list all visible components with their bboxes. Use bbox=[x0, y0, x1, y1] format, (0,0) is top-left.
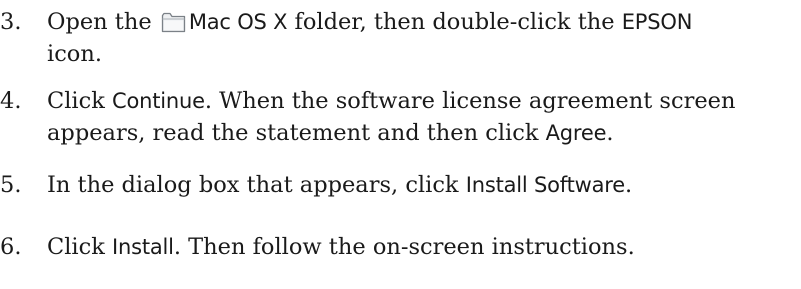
step-line: In the dialog box that appears, click In… bbox=[47, 169, 801, 201]
folder-name: Mac OS X bbox=[188, 10, 288, 34]
step-text: Open the Mac OS X folder, then double-cl… bbox=[47, 6, 801, 70]
text-run: . bbox=[606, 120, 614, 146]
text-run: In the dialog box that appears, click bbox=[47, 172, 466, 198]
text-run: Click bbox=[47, 234, 112, 260]
step-number: 3. bbox=[0, 9, 22, 35]
ui-term-agree: Agree bbox=[545, 121, 607, 145]
folder-icon bbox=[161, 11, 186, 33]
text-run: Open the bbox=[47, 9, 159, 35]
step-text: Click Install. Then follow the on-screen… bbox=[47, 231, 801, 263]
step-number: 6. bbox=[0, 234, 22, 260]
step-line: Click Install. Then follow the on-screen… bbox=[47, 231, 801, 263]
step-number: 5. bbox=[0, 172, 22, 198]
text-run: folder, then double-click the bbox=[287, 9, 622, 35]
instruction-document: 3. Open the Mac OS X folder, then double… bbox=[0, 0, 801, 289]
step-text: Click Continue. When the software licens… bbox=[47, 85, 801, 149]
text-run: Click bbox=[47, 88, 112, 114]
ui-term-continue: Continue bbox=[112, 89, 205, 113]
text-run: appears, read the statement and then cli… bbox=[47, 120, 546, 146]
text-run: . Then follow the on-screen instructions… bbox=[173, 234, 635, 260]
step-line: icon. bbox=[47, 38, 801, 70]
step-line: Open the Mac OS X folder, then double-cl… bbox=[47, 6, 801, 38]
step-line: Click Continue. When the software licens… bbox=[47, 85, 801, 117]
text-run: icon. bbox=[47, 41, 102, 67]
ui-term-epson: EPSON bbox=[621, 10, 693, 34]
text-run: . bbox=[624, 172, 633, 198]
step-text: In the dialog box that appears, click In… bbox=[47, 169, 801, 201]
text-run: . When the software license agreement sc… bbox=[204, 88, 736, 114]
step-number: 4. bbox=[0, 88, 22, 114]
step-line: appears, read the statement and then cli… bbox=[47, 117, 801, 149]
ui-term-install: Install bbox=[112, 235, 174, 259]
ui-term-install-software: Install Software bbox=[465, 173, 625, 197]
